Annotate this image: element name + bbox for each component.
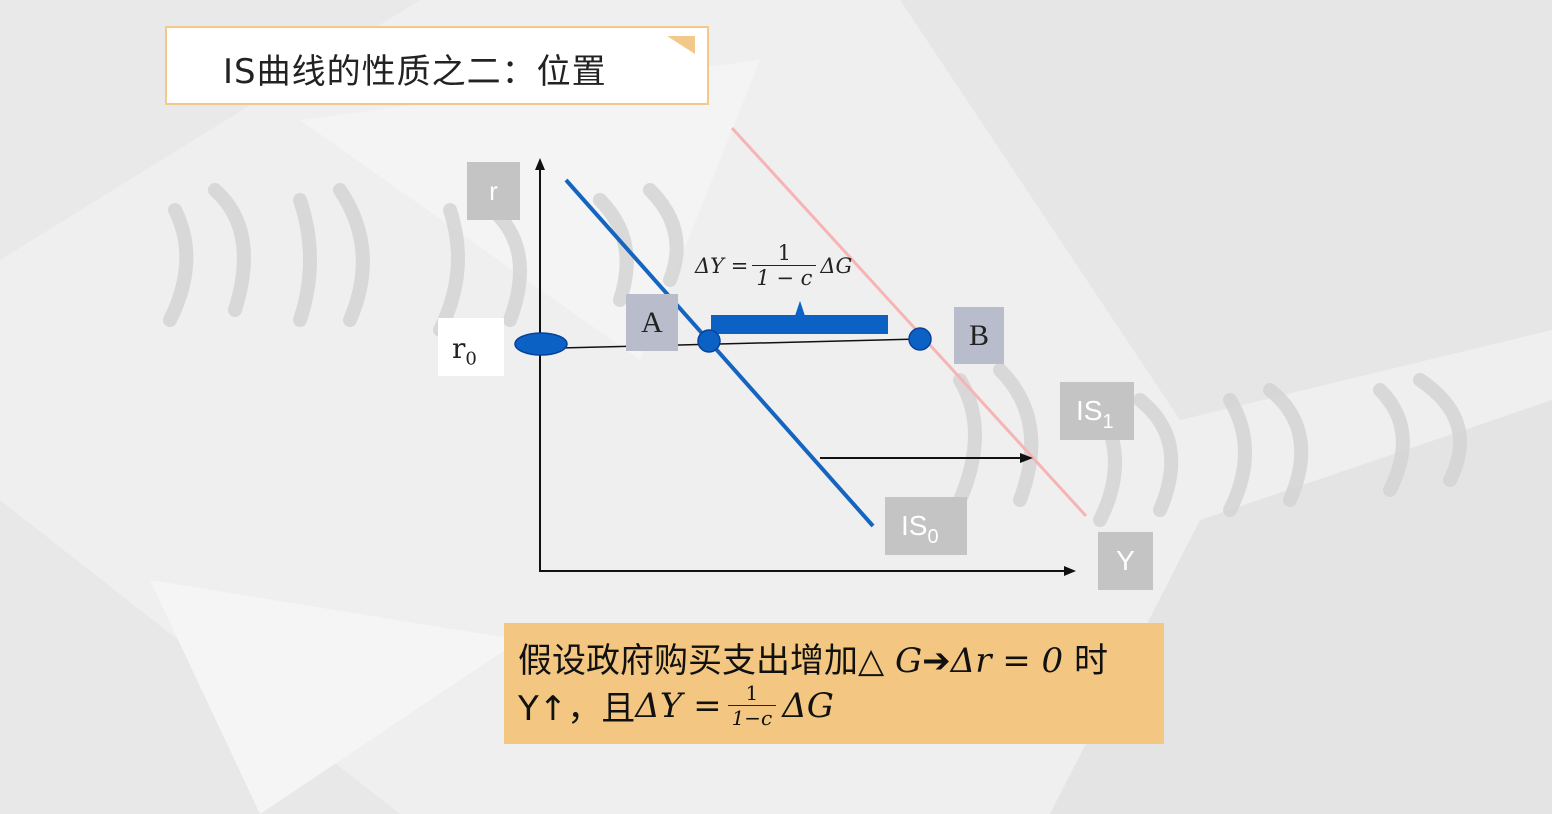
formula-denominator: 1 − c: [752, 265, 817, 290]
conclusion-line-2: Y↑，且 ΔY = 1 1−c ΔG: [518, 681, 834, 730]
x-axis-arrowhead: [1064, 566, 1076, 576]
formula-fraction: 1 1 − c: [752, 241, 817, 290]
x-axis-label: Y: [1098, 532, 1153, 590]
conclusion-text: 假设政府购买支出增加△: [518, 641, 895, 681]
is1-label: IS1: [1060, 382, 1134, 440]
point-b-marker: [908, 327, 932, 351]
conclusion-denominator: 1−c: [727, 705, 777, 730]
conclusion-end: 时: [1063, 641, 1108, 681]
formula-rhs: ΔG: [820, 253, 853, 278]
is0-label-sub: 0: [927, 526, 939, 548]
formula-numerator: 1: [777, 241, 792, 265]
delta-y-brace: [711, 300, 888, 334]
conclusion-lhs: ΔY =: [635, 685, 722, 726]
r0-line: [559, 338, 921, 349]
conclusion-delta-r: Δr = 0: [950, 641, 1064, 681]
r0-label-main: r: [452, 332, 466, 365]
conclusion-g: G: [894, 641, 923, 681]
delta-y-formula: ΔY = 1 1 − c ΔG: [695, 241, 852, 290]
is1-label-sub: 1: [1102, 411, 1114, 433]
r0-marker: [514, 332, 568, 356]
is0-label: IS0: [885, 497, 967, 555]
y-axis-arrowhead: [535, 158, 545, 170]
conclusion-line2-start: Y↑，且: [518, 689, 636, 729]
conclusion-fraction: 1 1−c: [727, 681, 777, 730]
formula-lhs: ΔY =: [695, 253, 749, 278]
conclusion-rhs: ΔG: [782, 685, 834, 726]
conclusion-numerator: 1: [745, 681, 759, 705]
conclusion-line-1: 假设政府购买支出增加△ G➔Δr = 0 时: [518, 633, 1108, 682]
point-b-label: B: [954, 307, 1004, 364]
r0-label: r0: [438, 318, 504, 376]
is1-label-main: IS: [1076, 395, 1103, 426]
arrow-icon: ➔: [922, 641, 951, 681]
r0-label-sub: 0: [465, 348, 477, 370]
y-axis-label: r: [467, 162, 520, 220]
point-a-marker: [697, 329, 721, 353]
conclusion-box: 假设政府购买支出增加△ G➔Δr = 0 时 Y↑，且 ΔY = 1 1−c Δ…: [504, 623, 1164, 744]
is0-label-main: IS: [901, 510, 928, 541]
point-a-label: A: [626, 294, 678, 351]
